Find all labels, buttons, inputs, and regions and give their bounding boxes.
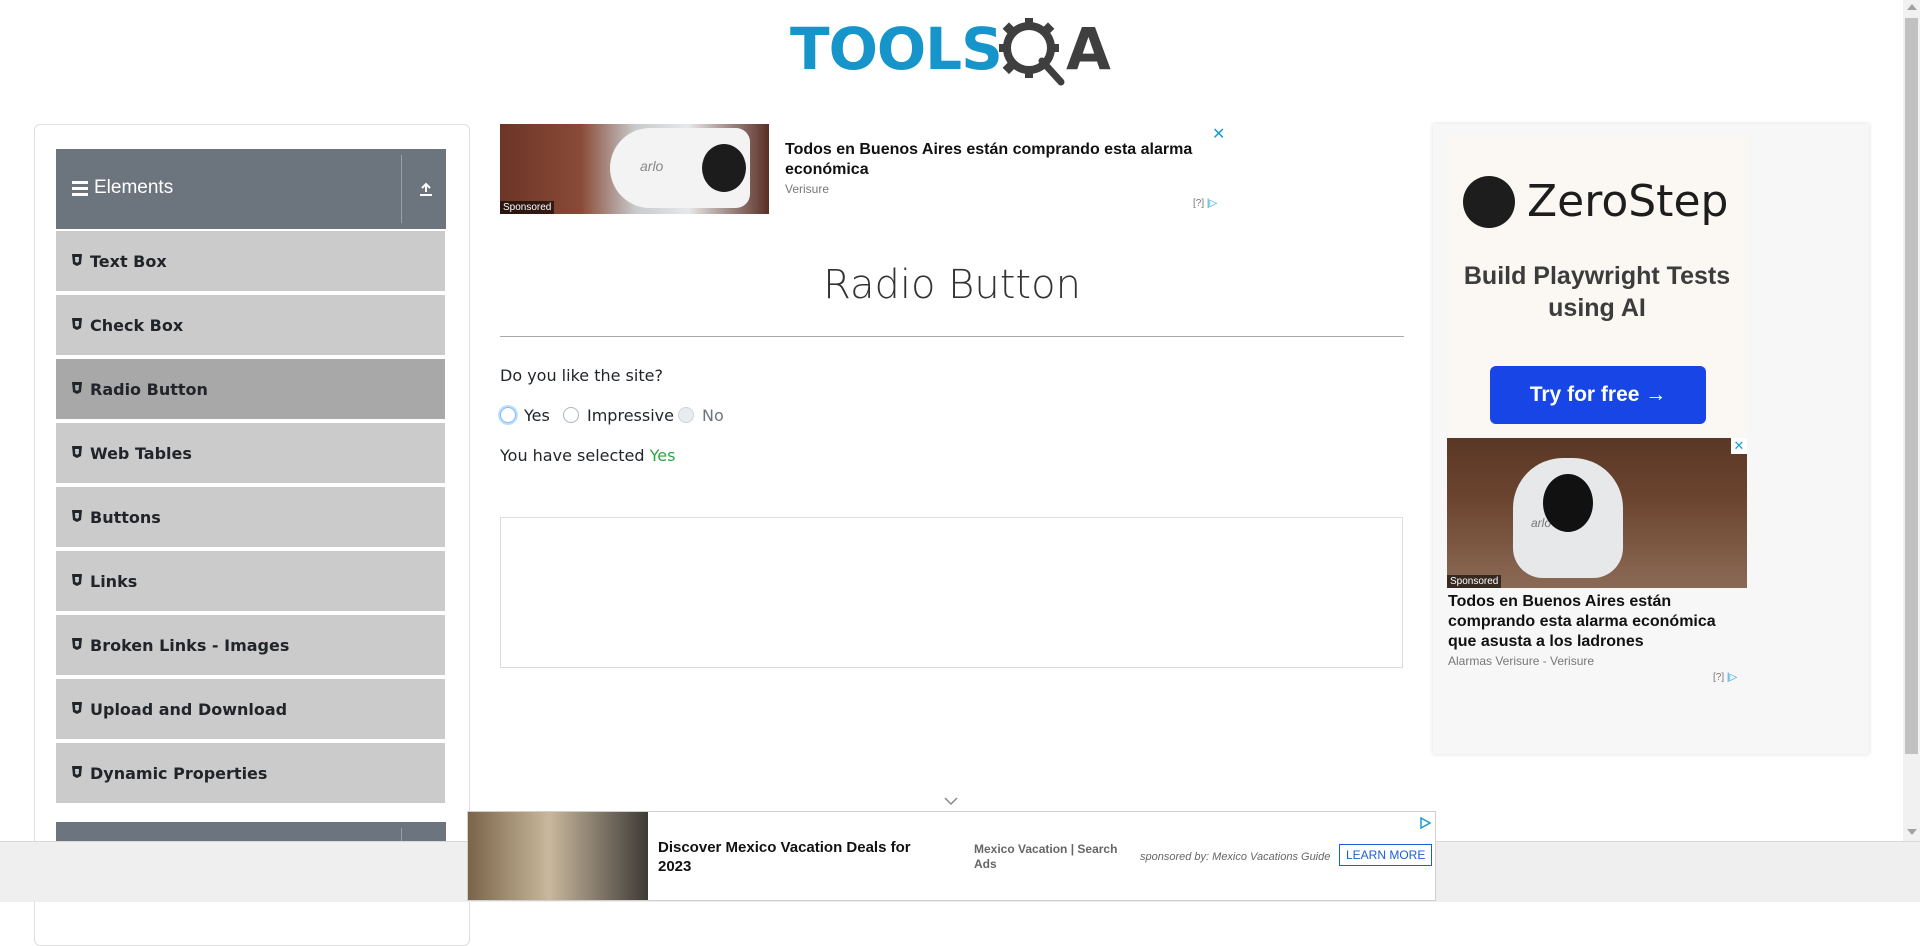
html5-icon <box>72 638 82 650</box>
html5-icon <box>72 510 82 522</box>
zerostep-tagline: Build Playwright Tests using AI <box>1463 262 1731 322</box>
ad-source: Mexico Vacation | Search Ads <box>974 842 1118 871</box>
page-scrollbar[interactable] <box>1903 0 1920 841</box>
ad-image[interactable] <box>468 812 648 900</box>
sidebar-item-label: Dynamic Properties <box>90 764 268 783</box>
ad-title[interactable]: Todos en Buenos Aires están comprando es… <box>785 140 1205 180</box>
camera-lens <box>702 144 746 192</box>
sidebar-item-radio-button[interactable]: Radio Button <box>56 359 445 419</box>
group-title: Elements <box>94 177 174 198</box>
collapse-arrow-icon[interactable] <box>416 179 436 199</box>
sidebar-item-label: Check Box <box>90 316 184 335</box>
menu-icon <box>72 181 88 196</box>
close-icon[interactable]: ✕ <box>1731 438 1747 454</box>
toolsqa-logo[interactable]: TOOLS A <box>790 14 1116 90</box>
adchoices-icon[interactable] <box>1418 816 1432 830</box>
html5-icon <box>72 446 82 458</box>
ad-info-label: [?] <box>1713 672 1725 683</box>
html5-icon <box>72 766 82 778</box>
camera-brand: arlo <box>640 158 664 174</box>
camera-image: arlo <box>610 128 750 208</box>
sidebar-item-links[interactable]: Links <box>56 551 445 611</box>
sidebar-item-label: Buttons <box>90 508 161 527</box>
html5-icon <box>72 382 82 394</box>
html5-icon <box>72 318 82 330</box>
zerostep-ad[interactable]: ZeroStep Build Playwright Tests using AI… <box>1447 136 1747 436</box>
content-placeholder-box <box>500 517 1403 668</box>
ad-info-label: [?] <box>1193 198 1205 209</box>
html5-icon <box>72 702 82 714</box>
radio-impressive[interactable] <box>563 407 579 423</box>
sidebar-item-label: Radio Button <box>90 380 208 399</box>
header-divider <box>401 155 402 223</box>
radio-no-label: No <box>702 406 724 425</box>
learn-more-button[interactable]: LEARN MORE <box>1339 844 1433 866</box>
zerostep-brand: ZeroStep <box>1527 176 1729 227</box>
try-for-free-button[interactable]: Try for free → <box>1490 366 1706 424</box>
question-text: Do you like the site? <box>500 366 663 385</box>
scroll-up-arrow-icon[interactable] <box>1907 4 1917 10</box>
sponsored-label: Sponsored <box>1447 575 1502 588</box>
right-ad-panel[interactable]: ZeroStep Build Playwright Tests using AI… <box>1433 124 1869 754</box>
result-value: Yes <box>649 446 676 465</box>
ad-source: Alarmas Verisure - Verisure <box>1448 654 1595 668</box>
sidebar-item-text-box[interactable]: Text Box <box>56 231 445 291</box>
radio-no <box>678 407 694 423</box>
html5-icon <box>72 254 82 266</box>
result-text: You have selected Yes <box>500 446 675 465</box>
logo-a-text: A <box>1066 15 1111 83</box>
sidebar-item-label: Links <box>90 572 138 591</box>
ad-image[interactable]: arlo Sponsored <box>500 124 769 214</box>
group-header-elements[interactable]: Elements <box>56 149 446 229</box>
sidebar-item-dynamic-properties[interactable]: Dynamic Properties <box>56 743 445 803</box>
result-prefix: You have selected <box>500 446 650 465</box>
gear-magnifier-icon <box>999 18 1065 86</box>
ad-sponsor: sponsored by: Mexico Vacations Guide <box>1140 851 1331 863</box>
page-title: Radio Button <box>823 262 1081 308</box>
sidebar-item-buttons[interactable]: Buttons <box>56 487 445 547</box>
sidebar-item-label: Text Box <box>90 252 167 271</box>
sidebar-item-label: Web Tables <box>90 444 192 463</box>
radio-impressive-label[interactable]: Impressive <box>587 406 674 425</box>
close-icon[interactable]: ✕ <box>1212 124 1225 144</box>
radio-yes[interactable] <box>500 407 516 423</box>
adchoices-icon[interactable]: [?] |▷ <box>1713 672 1737 683</box>
adchoices-icon[interactable]: [?] |▷ <box>1193 198 1217 209</box>
ad-image[interactable]: arlo Sponsored ✕ <box>1447 438 1747 588</box>
sidebar-item-check-box[interactable]: Check Box <box>56 295 445 355</box>
sidebar-item-web-tables[interactable]: Web Tables <box>56 423 445 483</box>
logo-tools-text: TOOLS <box>790 15 1003 83</box>
scroll-down-arrow-icon[interactable] <box>1907 829 1917 835</box>
ad-title[interactable]: Discover Mexico Vacation Deals for 2023 <box>658 838 948 876</box>
sidebar-item-label: Broken Links - Images <box>90 636 290 655</box>
sponsored-label: Sponsored <box>500 201 555 214</box>
chevron-down-icon[interactable] <box>944 796 958 806</box>
sidebar-item-broken-links[interactable]: Broken Links - Images <box>56 615 445 675</box>
bottom-ad-banner[interactable]: Discover Mexico Vacation Deals for 2023 … <box>467 811 1436 901</box>
sidebar-item-upload-download[interactable]: Upload and Download <box>56 679 445 739</box>
ad-source: Verisure <box>785 182 830 196</box>
ad-title[interactable]: Todos en Buenos Aires están comprando es… <box>1448 592 1746 652</box>
sidebar-item-label: Upload and Download <box>90 700 288 719</box>
html5-icon <box>72 574 82 586</box>
scroll-thumb[interactable] <box>1905 18 1918 754</box>
top-ad-banner[interactable]: arlo Sponsored Todos en Buenos Aires est… <box>500 124 1230 214</box>
title-divider <box>500 336 1404 337</box>
camera-lens <box>1543 474 1593 532</box>
zerostep-logo-icon <box>1463 176 1515 228</box>
radio-yes-label[interactable]: Yes <box>524 406 550 425</box>
